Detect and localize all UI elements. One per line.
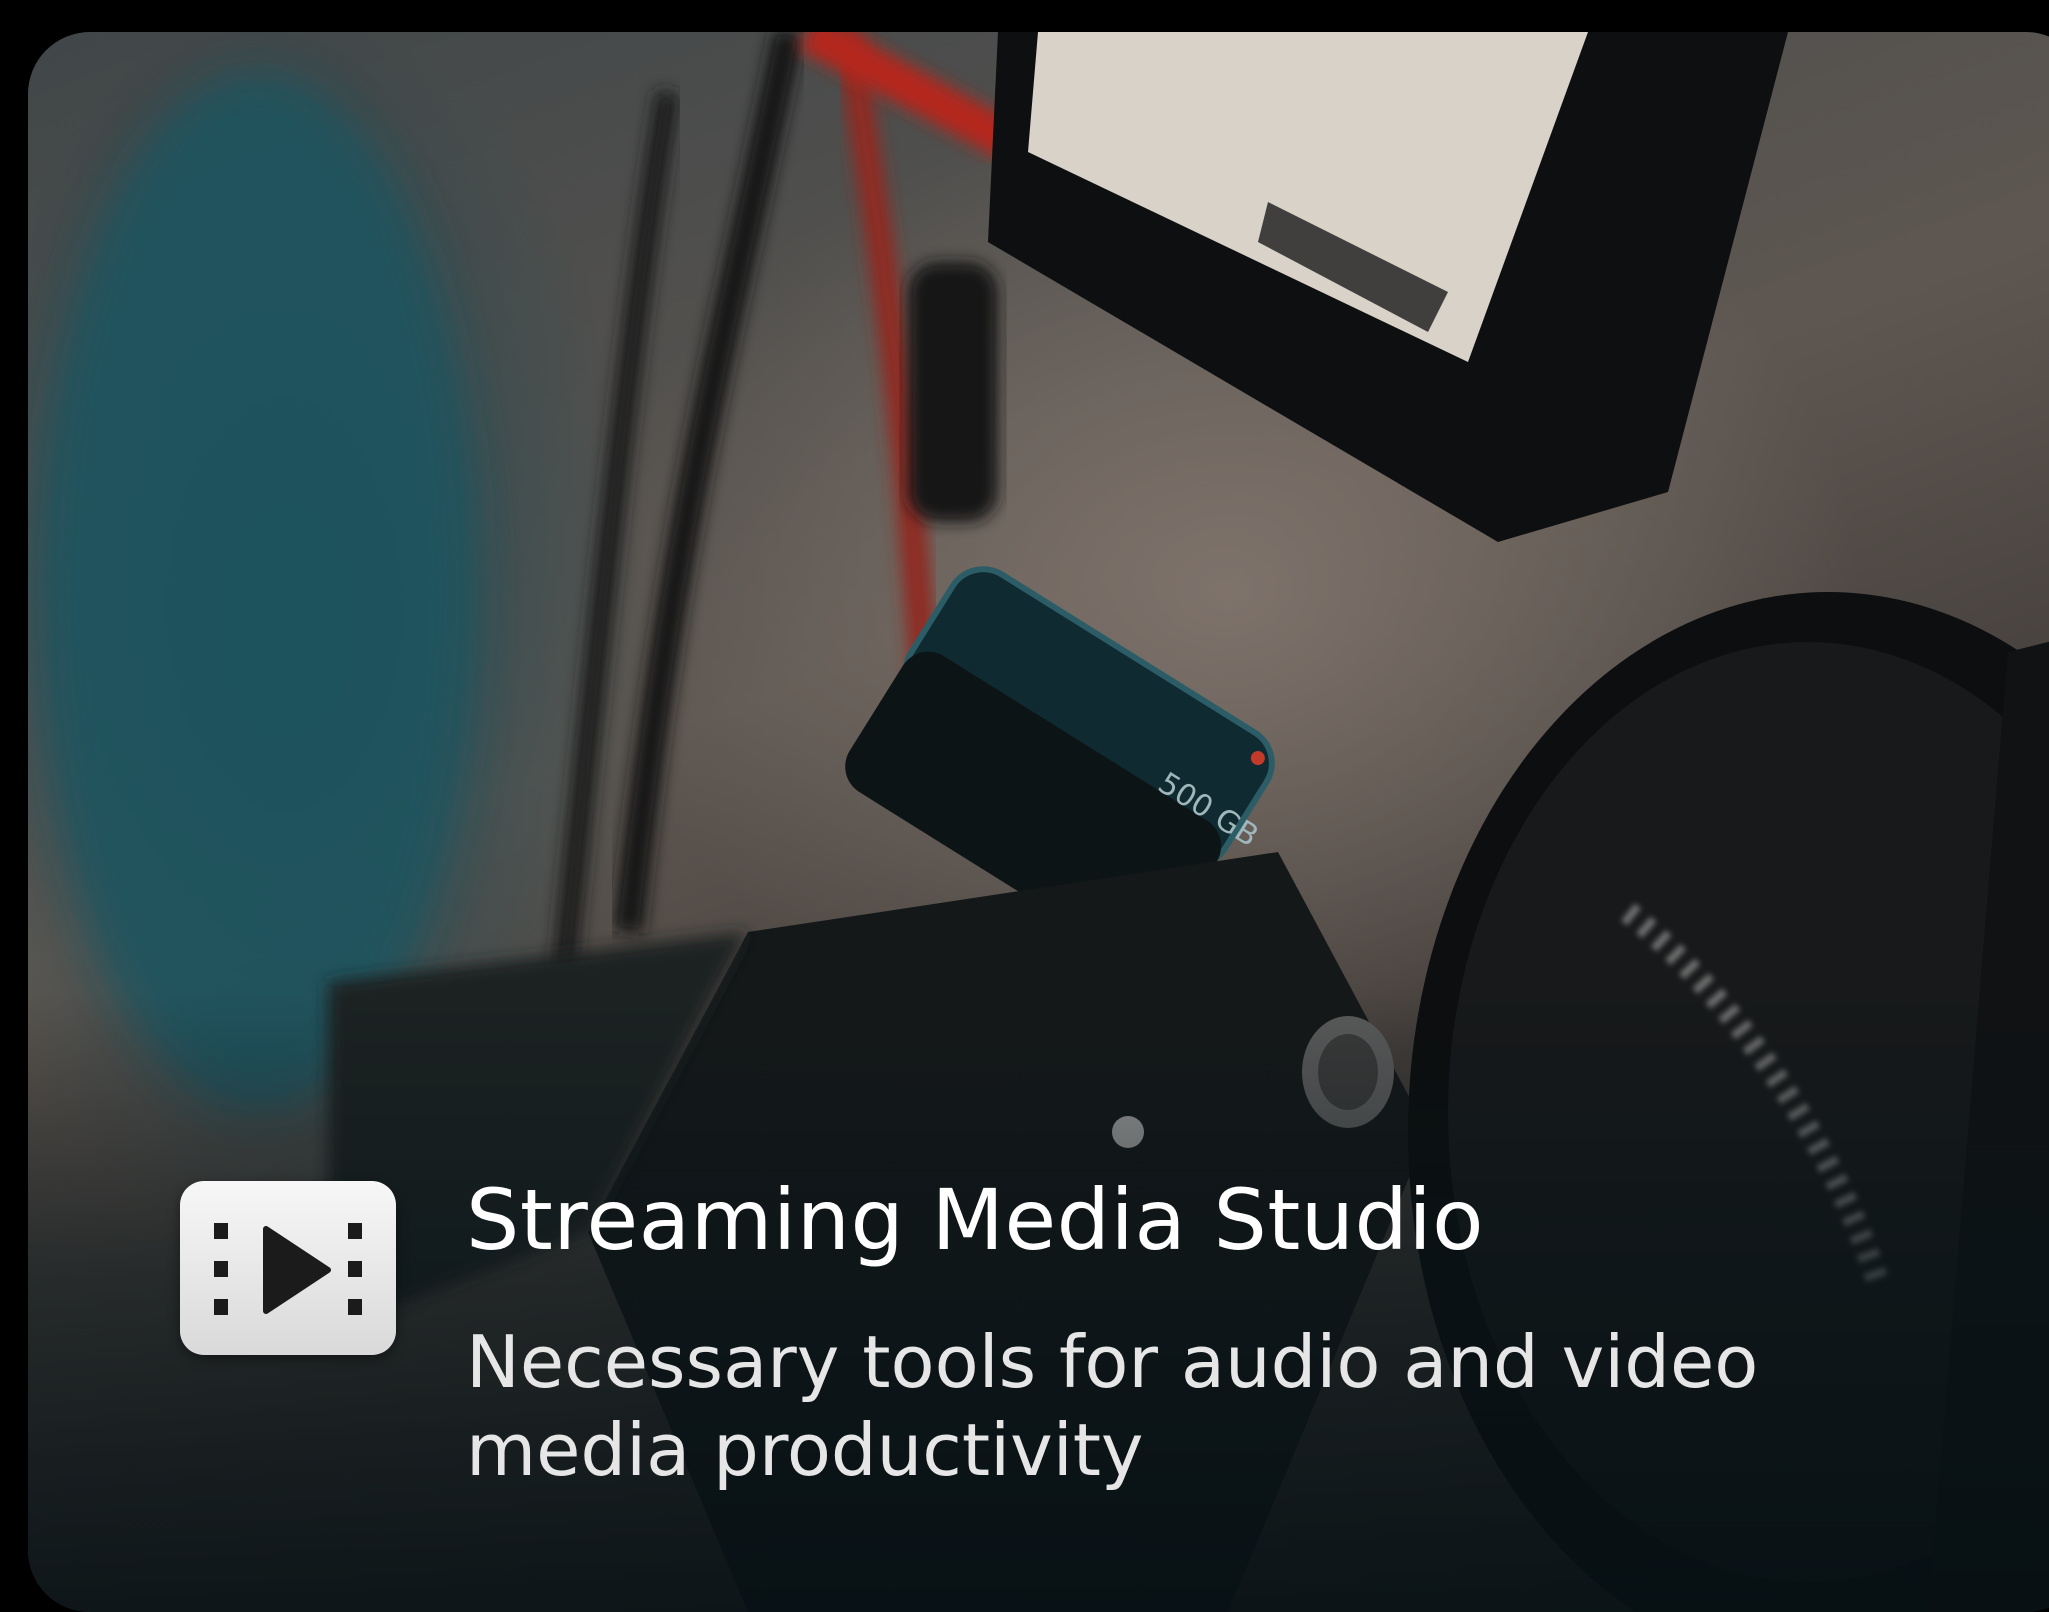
feature-card[interactable]: 500 GB Streaming Media Studio Necessary …	[28, 32, 2049, 1612]
film-play-icon	[180, 1181, 396, 1355]
card-subtitle: Necessary tools for audio and video medi…	[466, 1320, 1759, 1492]
card-title: Streaming Media Studio	[466, 1171, 1485, 1269]
